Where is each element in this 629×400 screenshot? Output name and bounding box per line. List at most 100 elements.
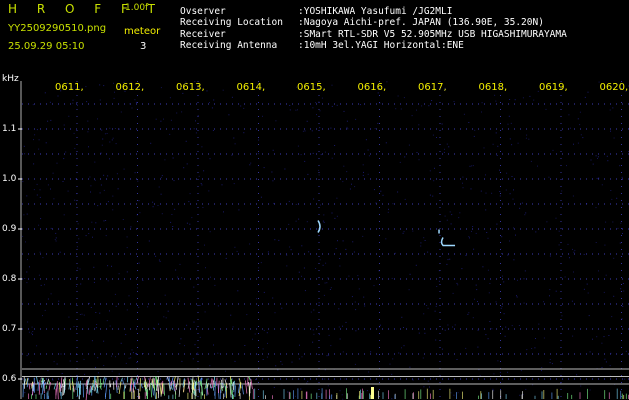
- noise-speck: [319, 127, 321, 129]
- noise-speck: [262, 359, 264, 360]
- noise-speck: [519, 207, 521, 209]
- noise-speck: [429, 194, 431, 196]
- noise-speck: [204, 311, 206, 313]
- noise-speck: [288, 223, 290, 225]
- noise-speck: [295, 203, 297, 205]
- noise-speck: [40, 218, 42, 220]
- noise-speck: [26, 213, 28, 215]
- noise-speck: [90, 307, 92, 308]
- noise-speck: [549, 289, 551, 291]
- noise-speck: [99, 99, 101, 101]
- noise-speck: [193, 286, 195, 288]
- noise-speck: [397, 191, 399, 193]
- noise-speck: [516, 296, 518, 298]
- noise-speck: [367, 149, 369, 151]
- noise-speck: [531, 348, 533, 349]
- noise-speck: [489, 283, 491, 284]
- noise-speck: [122, 219, 124, 220]
- noise-speck: [427, 251, 429, 253]
- noise-speck: [189, 193, 191, 195]
- noise-speck: [331, 212, 333, 214]
- noise-speck: [514, 99, 516, 101]
- noise-speck: [32, 334, 33, 336]
- noise-speck: [170, 119, 172, 121]
- noise-speck: [462, 182, 463, 184]
- noise-speck: [258, 267, 260, 269]
- noise-speck: [281, 307, 283, 309]
- noise-speck: [167, 310, 169, 312]
- noise-speck: [342, 240, 344, 242]
- noise-band-trace: [93, 375, 96, 391]
- noise-speck: [506, 172, 508, 174]
- noise-speck: [27, 321, 29, 323]
- noise-speck: [182, 92, 184, 94]
- noise-speck: [73, 326, 75, 328]
- noise-speck: [500, 307, 502, 309]
- noise-speck: [525, 212, 527, 214]
- noise-speck: [541, 370, 542, 372]
- noise-speck: [195, 120, 196, 122]
- noise-speck: [363, 296, 365, 298]
- noise-speck: [183, 167, 185, 169]
- noise-speck: [412, 379, 414, 381]
- noise-speck: [472, 317, 474, 319]
- noise-speck: [128, 357, 130, 359]
- noise-speck: [56, 363, 58, 365]
- noise-speck: [457, 284, 459, 286]
- noise-speck: [329, 289, 331, 290]
- noise-speck: [175, 269, 177, 271]
- noise-speck: [295, 220, 297, 222]
- noise-speck: [36, 129, 38, 131]
- noise-speck: [78, 238, 80, 240]
- noise-speck: [403, 97, 405, 99]
- noise-speck: [313, 198, 315, 200]
- noise-speck: [297, 109, 298, 111]
- noise-speck: [203, 170, 205, 172]
- noise-speck: [487, 237, 489, 239]
- noise-speck: [134, 172, 136, 174]
- noise-speck: [423, 386, 425, 388]
- noise-speck: [81, 313, 83, 315]
- noise-speck: [469, 165, 471, 167]
- noise-speck: [441, 348, 443, 350]
- noise-speck: [93, 281, 95, 283]
- noise-speck: [434, 167, 435, 169]
- noise-speck: [375, 202, 377, 204]
- noise-speck: [555, 290, 557, 292]
- noise-speck: [603, 291, 605, 293]
- noise-band-trace: [245, 380, 248, 394]
- noise-speck: [186, 222, 188, 224]
- noise-speck: [456, 359, 458, 360]
- noise-speck: [116, 173, 118, 175]
- noise-speck: [325, 262, 327, 264]
- noise-band-trace: [37, 381, 39, 391]
- noise-speck: [468, 236, 470, 238]
- noise-speck: [331, 105, 333, 107]
- noise-speck: [583, 288, 585, 290]
- noise-speck: [342, 181, 344, 183]
- noise-speck: [237, 290, 239, 292]
- noise-speck: [258, 153, 260, 155]
- noise-speck: [79, 268, 81, 270]
- noise-speck: [574, 249, 576, 251]
- noise-speck: [598, 177, 600, 179]
- noise-speck: [475, 284, 477, 286]
- noise-speck: [118, 273, 120, 275]
- noise-speck: [42, 257, 44, 259]
- noise-speck: [24, 278, 26, 279]
- meteor-echo: [438, 229, 456, 247]
- noise-speck: [272, 149, 274, 151]
- noise-band-trace: [224, 379, 227, 384]
- noise-speck: [326, 282, 328, 284]
- noise-speck: [526, 134, 528, 136]
- noise-speck: [313, 333, 315, 335]
- noise-speck: [436, 286, 438, 287]
- noise-speck: [459, 212, 461, 214]
- noise-speck: [45, 142, 47, 144]
- noise-speck: [319, 259, 321, 261]
- noise-speck: [249, 243, 251, 245]
- noise-band-trace: [157, 383, 160, 399]
- noise-speck: [465, 255, 467, 256]
- noise-speck: [36, 194, 38, 196]
- noise-speck: [49, 101, 51, 103]
